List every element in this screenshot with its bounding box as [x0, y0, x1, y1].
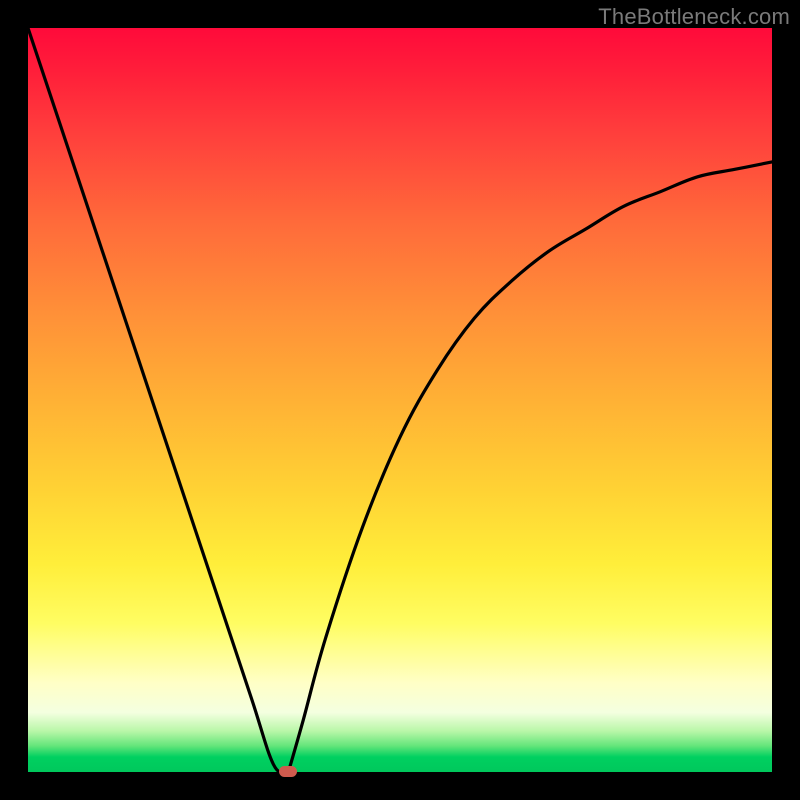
chart-frame: TheBottleneck.com	[0, 0, 800, 800]
plot-area	[28, 28, 772, 772]
curve-layer	[28, 28, 772, 772]
bottleneck-curve	[28, 28, 772, 773]
watermark-text: TheBottleneck.com	[598, 4, 790, 30]
minimum-marker	[279, 766, 297, 777]
